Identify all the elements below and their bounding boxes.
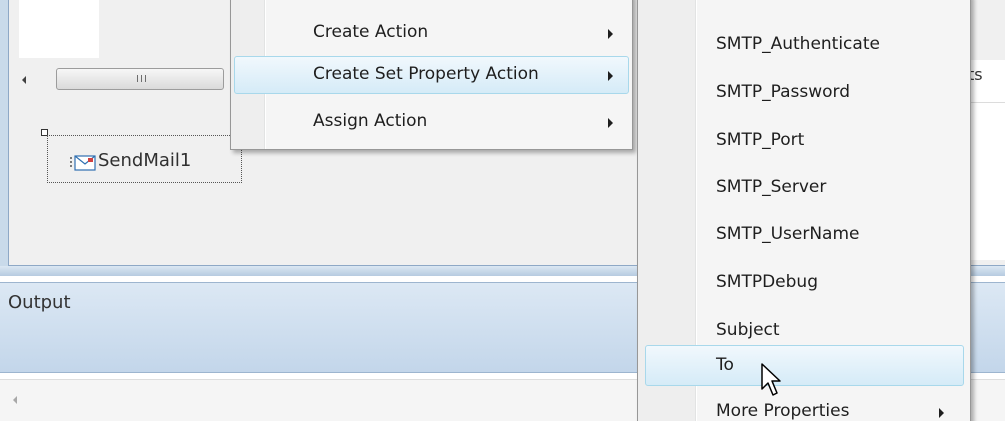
menu-item-label: To (716, 355, 734, 375)
submenu-arrow-icon (608, 71, 613, 81)
canvas-page (19, 0, 99, 58)
menu-item-label: Subject (716, 320, 780, 340)
scroll-thumb[interactable] (56, 68, 224, 90)
menu-item-more-properties[interactable]: More Properties (641, 393, 967, 421)
menu-item-label: SMTPDebug (716, 272, 818, 292)
submenu-arrow-icon (608, 118, 613, 128)
menu-item-smtpdebug[interactable]: SMTPDebug (641, 264, 967, 302)
menu-item-smtp-server[interactable]: SMTP_Server (641, 169, 967, 207)
menu-item-label: Assign Action (313, 111, 428, 131)
grip-icon (137, 75, 146, 82)
menu-item-smtp-username[interactable]: SMTP_UserName (641, 216, 967, 254)
context-menu: Create Action Create Set Property Action… (230, 0, 633, 150)
menu-item-label: SMTP_UserName (716, 224, 860, 244)
menu-item-create-set-property-action[interactable]: Create Set Property Action (234, 56, 629, 94)
menu-item-label: Create Action (313, 22, 429, 42)
property-submenu: SMTP_Authenticate SMTP_Password SMTP_Por… (637, 0, 971, 421)
menu-item-label: Create Set Property Action (313, 64, 539, 84)
menu-item-label: SMTP_Port (716, 130, 805, 150)
component-label: SendMail1 (98, 150, 192, 171)
submenu-arrow-icon (608, 29, 613, 39)
menu-item-label: SMTP_Server (716, 177, 827, 197)
menu-item-smtp-authenticate[interactable]: SMTP_Authenticate (641, 26, 967, 64)
sendmail-component[interactable]: SendMail1 (47, 135, 242, 183)
menu-item-assign-action[interactable]: Assign Action (234, 103, 629, 141)
mouse-pointer-icon (761, 363, 781, 396)
mail-component-icon (70, 155, 96, 171)
menu-item-label: SMTP_Authenticate (716, 34, 880, 54)
menu-item-label: SMTP_Password (716, 82, 850, 102)
scroll-left-arrow-icon[interactable] (13, 396, 17, 404)
submenu-arrow-icon (939, 408, 944, 418)
menu-item-smtp-port[interactable]: SMTP_Port (641, 122, 967, 160)
menu-item-smtp-password[interactable]: SMTP_Password (641, 74, 967, 112)
scroll-left-arrow-icon[interactable] (22, 76, 26, 84)
menu-item-to[interactable]: To (645, 345, 964, 386)
menu-item-create-action[interactable]: Create Action (234, 14, 629, 52)
output-title: Output (8, 292, 71, 313)
menu-item-label: More Properties (716, 401, 850, 421)
